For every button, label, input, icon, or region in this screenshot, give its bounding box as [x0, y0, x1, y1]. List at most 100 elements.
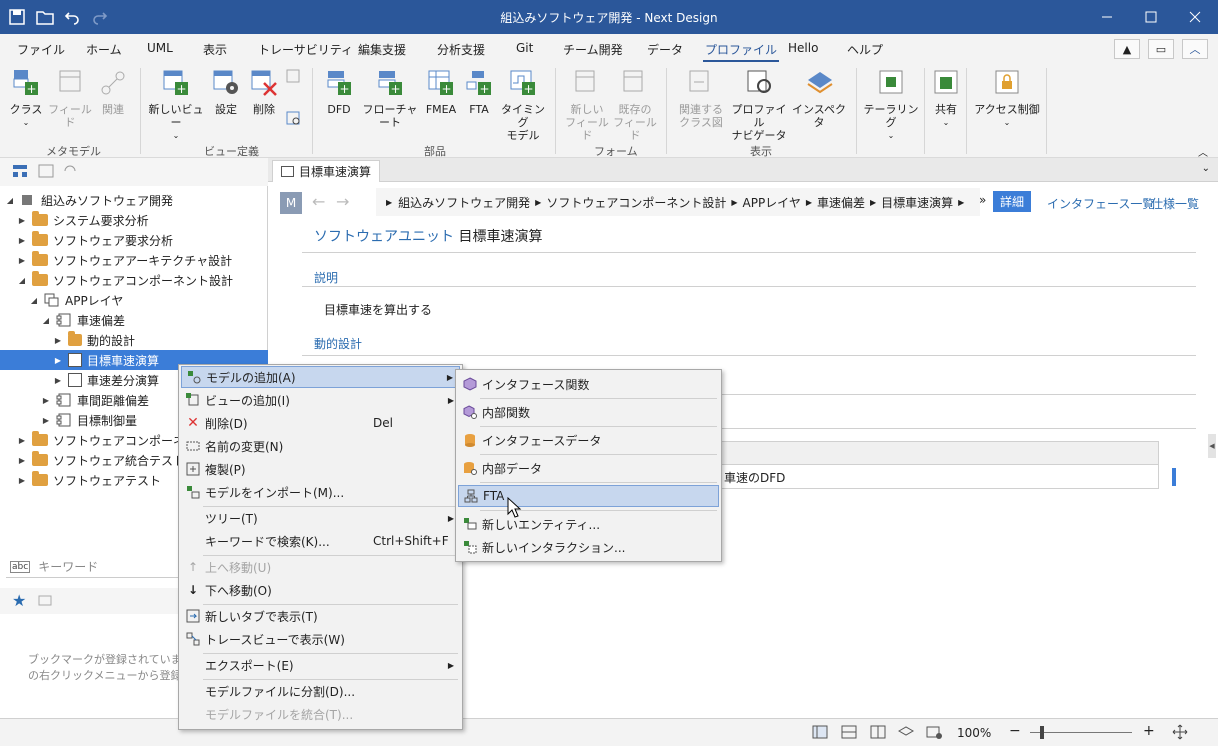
- menu-edit-support[interactable]: 編集支援: [358, 41, 406, 58]
- menu-add-view[interactable]: ビューの追加(I) ▶: [181, 389, 460, 411]
- view-spec-list-link[interactable]: 仕様一覧: [1151, 195, 1199, 212]
- zoom-slider[interactable]: [1030, 732, 1132, 733]
- tree-item[interactable]: ▶ ソフトウェアテスト: [16, 470, 161, 490]
- view-overflow-icon[interactable]: »: [979, 193, 986, 207]
- menu-profile[interactable]: プロファイル: [702, 41, 780, 63]
- ribbon-collapse-icon[interactable]: ︿: [1198, 144, 1208, 159]
- menu-uml[interactable]: UML: [147, 41, 173, 55]
- tree-item[interactable]: ▶ 車間距離偏差: [40, 390, 149, 410]
- tailoring-button[interactable]: テーラリング ⌄: [862, 68, 920, 142]
- menu-view[interactable]: 表示: [203, 41, 227, 58]
- back-arrow-icon[interactable]: ←: [312, 192, 325, 211]
- list-view-icon[interactable]: [38, 164, 54, 181]
- menu-split-model-file[interactable]: モデルファイルに分割(D)...: [181, 680, 460, 702]
- flowchart-button[interactable]: + フローチャート: [358, 68, 422, 129]
- account-icon[interactable]: ▲: [1114, 39, 1140, 59]
- minimize-icon[interactable]: [1084, 0, 1130, 34]
- existing-field-button[interactable]: 既存の フィールド: [612, 68, 658, 142]
- view-delete-button[interactable]: 削除: [248, 68, 280, 116]
- layout-horizontal-icon[interactable]: [841, 725, 857, 742]
- menu-open-new-tab[interactable]: 新しいタブで表示(T): [181, 605, 460, 627]
- submenu-fta[interactable]: FTA: [458, 485, 719, 507]
- access-control-button[interactable]: アクセス制御 ⌄: [972, 68, 1042, 129]
- inspector-button[interactable]: インスペクタ: [790, 68, 848, 129]
- menu-trace-view[interactable]: トレースビューで表示(W): [181, 628, 460, 650]
- table-row[interactable]: 車速のDFD: [716, 465, 1158, 490]
- tree-item[interactable]: ▶ 車速差分演算: [52, 370, 159, 390]
- submenu-internal-data[interactable]: 内部データ: [458, 457, 719, 479]
- star-icon[interactable]: ★: [12, 591, 26, 610]
- submenu-interface-data[interactable]: インタフェースデータ: [458, 429, 719, 451]
- expand-arrow-icon[interactable]: ▶: [40, 396, 52, 405]
- expand-arrow-icon[interactable]: ▶: [16, 256, 28, 265]
- expand-arrow-icon[interactable]: ▶: [16, 436, 28, 445]
- menu-help[interactable]: ヘルプ: [847, 41, 883, 58]
- collapse-arrow-icon[interactable]: ◢: [4, 196, 16, 205]
- expand-arrow-icon[interactable]: ▶: [16, 236, 28, 245]
- menu-import-model[interactable]: モデルをインポート(M)...: [181, 481, 460, 503]
- menu-delete[interactable]: ✕ 削除(D) Del: [181, 412, 460, 434]
- submenu-new-entity[interactable]: 新しいエンティティ...: [458, 513, 719, 535]
- submenu-interface-function[interactable]: インタフェース関数: [458, 373, 719, 395]
- class-button[interactable]: + クラス ⌄: [8, 68, 44, 129]
- new-view-button[interactable]: + 新しいビュー ⌄: [148, 68, 204, 142]
- breadcrumb-item[interactable]: APPレイヤ: [743, 194, 801, 211]
- description-text[interactable]: 目標車速を算出する: [324, 301, 432, 318]
- layout-vertical-icon[interactable]: [870, 725, 886, 742]
- tree-item[interactable]: ▶ ソフトウェアアーキテクチャ設計: [16, 250, 232, 270]
- sync-icon[interactable]: [62, 164, 78, 181]
- field-button[interactable]: フィールド: [48, 68, 92, 129]
- submenu-internal-function[interactable]: 内部関数: [458, 401, 719, 423]
- collapse-arrow-icon[interactable]: ◢: [16, 276, 28, 285]
- menu-home[interactable]: ホーム: [86, 41, 122, 58]
- inspector-status-icon[interactable]: [897, 725, 915, 742]
- fmea-button[interactable]: + FMEA: [424, 68, 458, 116]
- expand-arrow-icon[interactable]: ▶: [16, 456, 28, 465]
- menu-team[interactable]: チーム開発: [563, 41, 623, 58]
- breadcrumb-item[interactable]: 組込みソフトウェア開発: [398, 194, 530, 211]
- zoom-slider-thumb[interactable]: [1040, 726, 1044, 739]
- maximize-icon[interactable]: [1128, 0, 1174, 34]
- view-settings-button[interactable]: 設定: [210, 68, 242, 116]
- m-button[interactable]: M: [280, 192, 302, 214]
- menu-export[interactable]: エクスポート(E) ▶: [181, 654, 460, 676]
- collapse-arrow-icon[interactable]: ◢: [28, 296, 40, 305]
- structure-icon[interactable]: [12, 164, 28, 181]
- tree-item[interactable]: ◢ 組込みソフトウェア開発: [4, 190, 173, 210]
- bookmark-list-icon[interactable]: [38, 593, 52, 610]
- menu-git[interactable]: Git: [516, 41, 533, 55]
- new-field-button[interactable]: 新しい フィールド: [564, 68, 610, 142]
- breadcrumb-item[interactable]: 車速偏差: [817, 194, 865, 211]
- tree-item[interactable]: ◢ 車速偏差: [40, 310, 125, 330]
- expand-arrow-icon[interactable]: ▶: [52, 376, 64, 385]
- feedback-icon[interactable]: ▭: [1148, 39, 1174, 59]
- menu-rename[interactable]: 名前の変更(N): [181, 435, 460, 457]
- expand-arrow-icon[interactable]: ▶: [52, 336, 64, 345]
- forward-arrow-icon[interactable]: →: [336, 192, 349, 211]
- dfd-button[interactable]: + DFD: [322, 68, 356, 116]
- menu-data[interactable]: データ: [647, 41, 683, 58]
- tree-item[interactable]: ▶ システム要求分析: [16, 210, 149, 230]
- menu-file[interactable]: ファイル: [17, 41, 65, 58]
- menu-analysis-support[interactable]: 分析支援: [437, 41, 485, 58]
- menu-traceability[interactable]: トレーサビリティ: [258, 41, 353, 58]
- menu-keyword-search[interactable]: キーワードで検索(K)... Ctrl+Shift+F: [181, 530, 460, 552]
- collapse-ribbon-icon[interactable]: ︿: [1182, 39, 1208, 59]
- view-detail-button[interactable]: 詳細: [993, 191, 1032, 212]
- menu-duplicate[interactable]: 複製(P): [181, 458, 460, 480]
- relation-button[interactable]: 関連: [97, 68, 129, 116]
- menu-tree[interactable]: ツリー(T) ▶: [181, 507, 460, 529]
- breadcrumb-item[interactable]: ソフトウェアコンポーネント設計: [546, 194, 726, 211]
- expand-arrow-icon[interactable]: ▶: [40, 416, 52, 425]
- tree-item[interactable]: ◢ ソフトウェアコンポーネント設計: [16, 270, 233, 290]
- zoom-in-icon[interactable]: +: [1143, 723, 1155, 739]
- expand-arrow-icon[interactable]: ▶: [16, 476, 28, 485]
- submenu-new-interaction[interactable]: 新しいインタラクション...: [458, 536, 719, 558]
- collapse-arrow-icon[interactable]: ◢: [40, 316, 52, 325]
- expand-arrow-icon[interactable]: ▶: [16, 216, 28, 225]
- layout-single-icon[interactable]: [812, 725, 828, 742]
- tree-item[interactable]: ▶ ソフトウェア統合テスト: [16, 450, 185, 470]
- share-button[interactable]: 共有 ⌄: [930, 68, 962, 129]
- menu-move-down[interactable]: ↓ 下へ移動(O): [181, 579, 460, 601]
- view-interface-list-link[interactable]: インタフェース一覧: [1047, 195, 1154, 212]
